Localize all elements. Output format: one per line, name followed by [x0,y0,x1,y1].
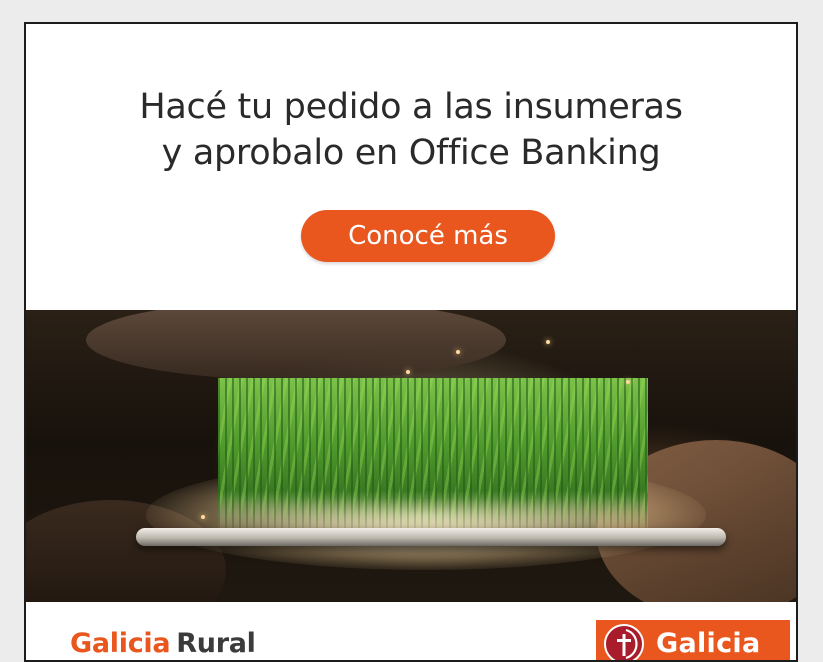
learn-more-button[interactable]: Conocé más [301,210,555,262]
logo-text: Galicia [656,628,761,659]
tablet-device [136,528,726,546]
galicia-cross-icon [604,624,644,660]
light-spark [406,370,410,374]
light-spark [201,515,205,519]
headline-line-1: Hacé tu pedido a las insumeras [139,87,683,127]
light-spark [546,340,550,344]
galicia-logo[interactable]: Galicia [596,620,790,660]
headline-line-2: y aprobalo en Office Banking [161,133,661,173]
hand-shape-top [86,310,506,380]
ad-headline: Hacé tu pedido a las insumeras y aprobal… [26,84,796,176]
brand-word-rural: Rural [176,628,256,659]
light-spark [456,350,460,354]
ad-footer: Galicia Rural Galicia [26,602,796,660]
brand-word-galicia: Galicia [70,628,171,659]
crop-field [218,378,648,528]
ad-photo [26,310,796,602]
galicia-rural-brand: Galicia Rural [70,628,256,659]
ad-banner[interactable]: Hacé tu pedido a las insumeras y aprobal… [24,22,798,662]
light-spark [626,380,630,384]
